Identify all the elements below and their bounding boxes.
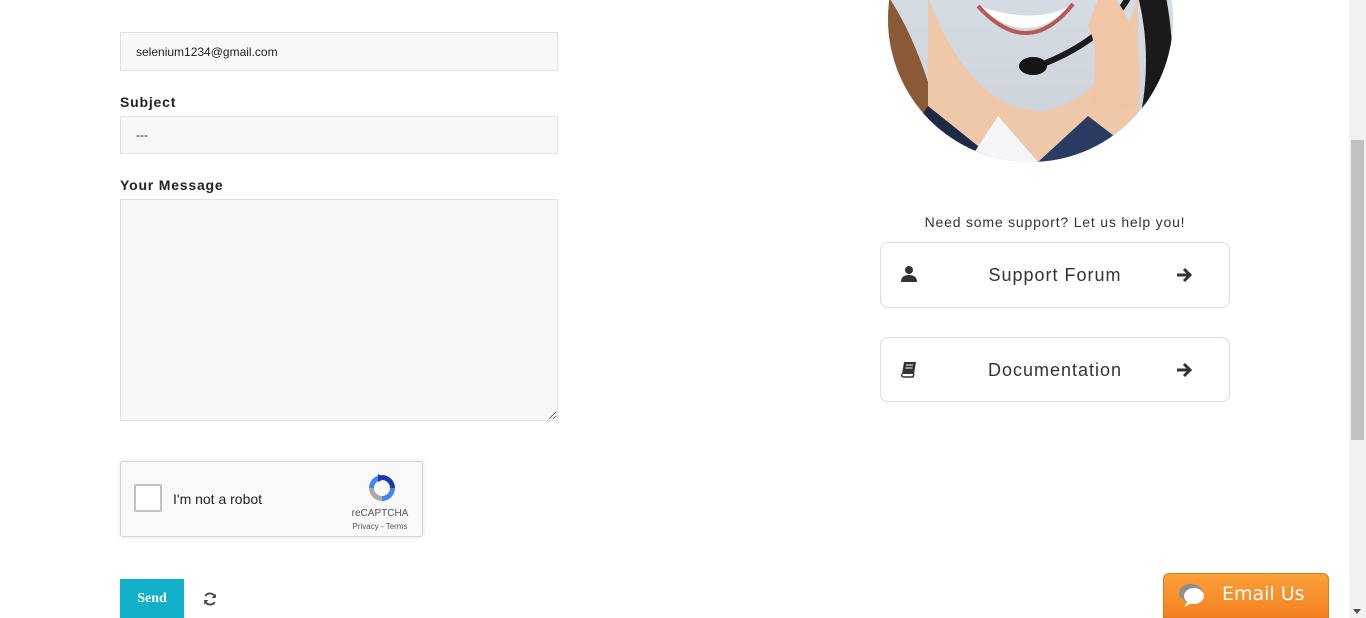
documentation-card[interactable]: Documentation: [880, 337, 1230, 402]
email-us-label: Email Us: [1222, 583, 1305, 605]
captcha-brand: reCAPTCHA: [351, 508, 409, 519]
captcha-label: I'm not a robot: [173, 491, 263, 507]
book-icon: [901, 362, 916, 378]
recaptcha-logo-icon: [369, 474, 395, 501]
message-label: Your Message: [120, 177, 224, 193]
support-forum-label: Support Forum: [988, 265, 1122, 285]
captcha-privacy-terms-link[interactable]: Privacy - Terms: [345, 522, 415, 531]
support-forum-card[interactable]: Support Forum: [880, 242, 1230, 308]
user-icon: [901, 266, 917, 282]
arrow-right-icon: [1177, 362, 1192, 378]
recaptcha-widget: I'm not a robot reCAPTCHA Privacy - Term…: [120, 461, 423, 537]
message-textarea[interactable]: [120, 199, 558, 421]
arrow-right-icon: [1177, 267, 1192, 283]
support-heading: Need some support? Let us help you!: [924, 214, 1186, 230]
subject-label: Subject: [120, 94, 177, 110]
documentation-label: Documentation: [987, 360, 1123, 380]
send-button[interactable]: Send: [120, 579, 184, 618]
email-us-button[interactable]: Email Us: [1163, 573, 1329, 618]
refresh-icon[interactable]: [202, 591, 218, 607]
captcha-checkbox[interactable]: [134, 484, 162, 512]
chat-bubble-icon: [1179, 584, 1204, 607]
scroll-down-arrow-icon[interactable]: [1353, 609, 1361, 614]
subject-field[interactable]: [120, 116, 558, 154]
page-scrollbar[interactable]: [1349, 0, 1366, 618]
support-agent-image: [888, 0, 1173, 162]
email-field[interactable]: [120, 32, 558, 71]
scrollbar-thumb[interactable]: [1351, 140, 1364, 440]
